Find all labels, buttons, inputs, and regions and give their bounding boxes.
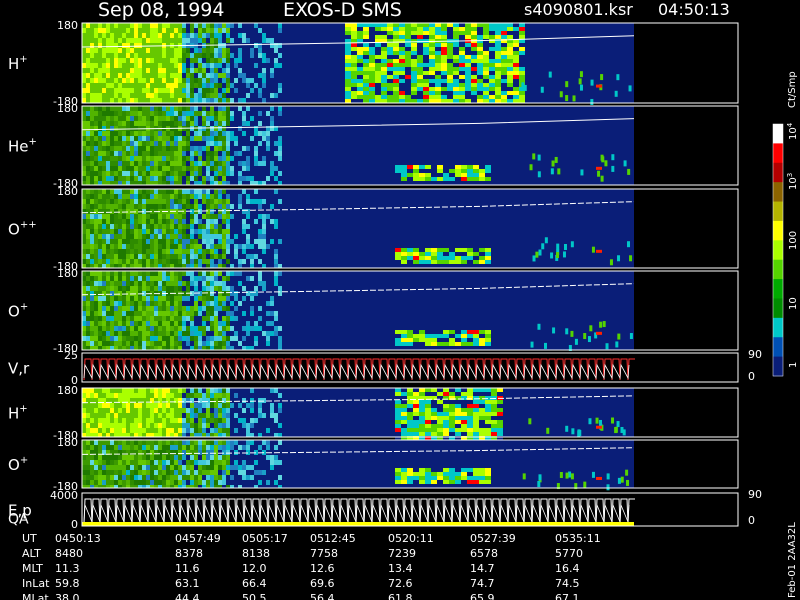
footer-cell: 38.0 bbox=[55, 592, 80, 600]
footer-row-label: MLat bbox=[22, 592, 49, 600]
footer-cell: 5770 bbox=[555, 547, 583, 560]
tick-top-heplus: 180 bbox=[57, 102, 78, 115]
tick-top-ep: 4000 bbox=[50, 489, 78, 502]
colorbar-swatch bbox=[773, 356, 783, 377]
colorbar-swatch bbox=[773, 317, 783, 338]
footer-cell: 67.1 bbox=[555, 592, 580, 600]
colorbar-unit: Ct/Smp bbox=[787, 71, 798, 108]
footer-cell: 61.8 bbox=[388, 592, 413, 600]
heatmap-layer bbox=[82, 23, 738, 526]
right-tick-bottom-vr: 0 bbox=[748, 370, 755, 383]
colorbar-swatch bbox=[773, 124, 783, 144]
colorbar-label: 104 bbox=[786, 122, 799, 140]
colorbar-label: 1 bbox=[788, 362, 799, 368]
colorbar-label: 100 bbox=[788, 231, 799, 250]
footer-row-label: ALT bbox=[22, 547, 41, 560]
header-time: 04:50:13 bbox=[658, 0, 730, 19]
footer-cell: 8138 bbox=[242, 547, 270, 560]
footer-cell: 16.4 bbox=[555, 562, 580, 575]
footer-cell: 65.9 bbox=[470, 592, 495, 600]
footer-row-label: UT bbox=[22, 532, 37, 545]
colorbar-swatch bbox=[773, 279, 783, 299]
footer-cell: 69.6 bbox=[310, 577, 335, 590]
footer-cell: 8378 bbox=[175, 547, 203, 560]
header-instrument: EXOS-D SMS bbox=[283, 0, 402, 21]
footer-cell: 14.7 bbox=[470, 562, 495, 575]
colorbar-swatch bbox=[773, 201, 783, 222]
panel-label-qa: QA bbox=[8, 512, 29, 528]
panel-label-heplus: He+ bbox=[8, 137, 37, 156]
colorbar-swatch bbox=[773, 143, 783, 164]
panel-label-vr: V,r bbox=[8, 360, 30, 378]
tick-top-hplus-1: 180 bbox=[57, 19, 78, 32]
exos-d-sms-plot: Sep 08, 1994 EXOS-D SMS s4090801.ksr 04:… bbox=[0, 0, 800, 600]
footer-cell: 0457:49 bbox=[175, 532, 221, 545]
colorbar-swatch bbox=[773, 259, 783, 280]
footer-cell: 59.8 bbox=[55, 577, 80, 590]
tick-top-hplus-2: 180 bbox=[57, 384, 78, 397]
footer-cell: 74.7 bbox=[470, 577, 495, 590]
tick-top-oplusplus: 180 bbox=[57, 185, 78, 198]
footer-cell: 50.5 bbox=[242, 592, 267, 600]
footer-side-note: Feb-01 2AA32L bbox=[787, 522, 798, 598]
colorbar-swatch bbox=[773, 162, 783, 183]
panel-label-hplus-2: H+ bbox=[8, 404, 28, 423]
footer-cell: 0535:11 bbox=[555, 532, 601, 545]
footer-cell: 6578 bbox=[470, 547, 498, 560]
panel-label-hplus-1: H+ bbox=[8, 54, 28, 73]
footer-cell: 8480 bbox=[55, 547, 83, 560]
right-tick-top-vr: 90 bbox=[748, 348, 762, 361]
footer-table: UT 0450:13 0457:49 0505:17 0512:45 0520:11 052… bbox=[22, 532, 601, 600]
footer-cell: 66.4 bbox=[242, 577, 267, 590]
footer-cell: 74.5 bbox=[555, 577, 580, 590]
right-tick-top-ep: 90 bbox=[748, 488, 762, 501]
footer-cell: 7239 bbox=[388, 547, 416, 560]
tick-top-oplus-1: 180 bbox=[57, 267, 78, 280]
footer-cell: 0527:39 bbox=[470, 532, 516, 545]
footer-row-label: MLT bbox=[22, 562, 43, 575]
panel-label-oplusplus: O++ bbox=[8, 220, 37, 239]
colorbar-swatch bbox=[773, 240, 783, 261]
footer-cell: 0505:17 bbox=[242, 532, 288, 545]
footer-cell: 72.6 bbox=[388, 577, 413, 590]
footer-cell: 63.1 bbox=[175, 577, 200, 590]
footer-row-label: InLat bbox=[22, 577, 50, 590]
colorbar-swatch bbox=[773, 182, 783, 203]
footer-cell: 12.6 bbox=[310, 562, 335, 575]
footer-cell: 44.4 bbox=[175, 592, 200, 600]
tick-bottom-ep: 0 bbox=[71, 518, 78, 531]
panel-label-oplus-2: O+ bbox=[8, 455, 28, 474]
right-tick-bottom-ep: 0 bbox=[748, 514, 755, 527]
colorbar-label: 10 bbox=[788, 297, 799, 310]
header-date: Sep 08, 1994 bbox=[98, 0, 224, 21]
footer-cell: 11.6 bbox=[175, 562, 200, 575]
plot-canvas: Sep 08, 1994 EXOS-D SMS s4090801.ksr 04:… bbox=[8, 0, 799, 600]
footer-cell: 7758 bbox=[310, 547, 338, 560]
footer-cell: 0520:11 bbox=[388, 532, 434, 545]
colorbar-swatch bbox=[773, 298, 783, 319]
footer-cell: 56.4 bbox=[310, 592, 335, 600]
footer-cell: 12.0 bbox=[242, 562, 267, 575]
colorbar-label: 103 bbox=[786, 173, 799, 190]
footer-cell: 0512:45 bbox=[310, 532, 356, 545]
footer-cell: 13.4 bbox=[388, 562, 413, 575]
tick-top-vr: 25 bbox=[64, 349, 78, 362]
header-file: s4090801.ksr bbox=[524, 0, 633, 19]
panel-label-oplus-1: O+ bbox=[8, 302, 28, 321]
footer-cell: 11.3 bbox=[55, 562, 80, 575]
colorbar-swatch bbox=[773, 337, 783, 358]
colorbar-swatch bbox=[773, 220, 783, 241]
tick-top-oplus-2: 180 bbox=[57, 436, 78, 449]
colorbar: 104 103 100 10 1 bbox=[772, 122, 799, 377]
footer-cell: 0450:13 bbox=[55, 532, 101, 545]
